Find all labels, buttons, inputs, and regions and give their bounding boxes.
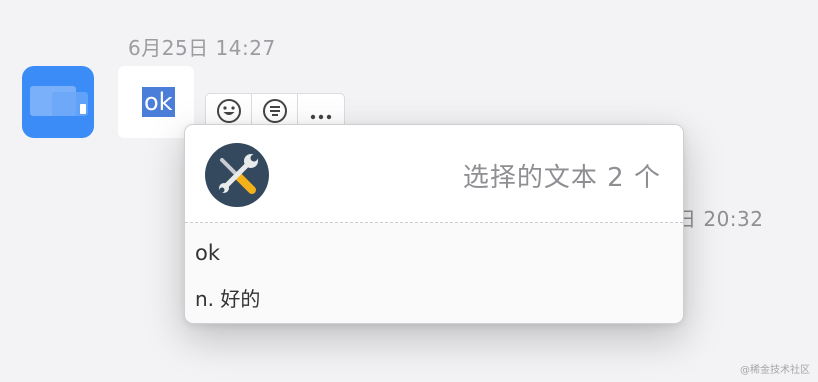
message-timestamp: 日 20:32 xyxy=(676,207,764,231)
selection-popup: 选择的文本 2 个 ok n. 好的 xyxy=(184,124,684,324)
message-timestamp: 6月25日 14:27 xyxy=(128,36,276,60)
message-bubble[interactable]: ok xyxy=(118,66,194,138)
avatar-blur-shape xyxy=(80,104,86,114)
selected-text-count: 选择的文本 2 个 xyxy=(462,163,661,193)
avatar[interactable] xyxy=(22,66,94,138)
more-button[interactable] xyxy=(298,94,344,128)
watermark: @稀金技术社区 xyxy=(740,365,810,376)
translate-icon xyxy=(262,99,287,123)
dictionary-definition: n. 好的 xyxy=(195,287,261,311)
tools-icon xyxy=(205,143,269,207)
smiley-icon xyxy=(216,99,241,123)
selected-text[interactable]: ok xyxy=(142,87,175,117)
translate-button[interactable] xyxy=(252,94,298,128)
dictionary-word: ok xyxy=(195,241,221,265)
more-icon xyxy=(310,114,332,120)
emoji-reaction-button[interactable] xyxy=(206,94,252,128)
popup-header: 选择的文本 2 个 xyxy=(185,125,683,223)
